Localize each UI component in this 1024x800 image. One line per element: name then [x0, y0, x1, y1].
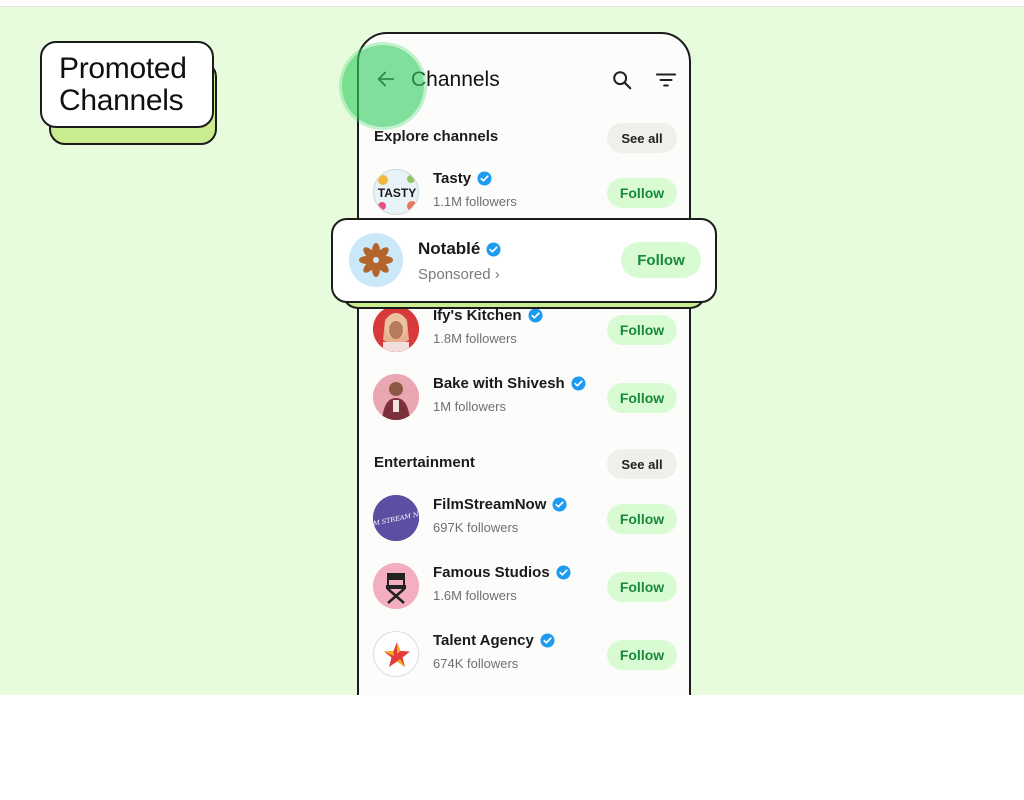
avatar-bake-with-shivesh: [373, 374, 419, 420]
filter-icon[interactable]: [655, 70, 677, 90]
channel-name: Famous Studios: [433, 564, 571, 581]
channel-row-tasty[interactable]: TASTY Tasty 1.1M followers Follow: [359, 162, 689, 222]
avatar-famous-studios: [373, 563, 419, 609]
promoted-follow-button[interactable]: Follow: [621, 242, 701, 278]
verified-badge-icon: [540, 633, 555, 648]
follow-button[interactable]: Follow: [607, 315, 677, 345]
verified-badge-icon: [477, 171, 492, 186]
avatar-ifys-kitchen: [373, 306, 419, 352]
tasty-logo-icon: TASTY: [374, 170, 418, 214]
channel-name: Tasty: [433, 170, 492, 187]
channel-row-bake-with-shivesh[interactable]: Bake with Shivesh 1M followers Follow: [359, 367, 689, 427]
channel-followers: 1M followers: [433, 399, 506, 414]
channel-row-talent-agency[interactable]: Talent Agency 674K followers Follow: [359, 624, 689, 684]
star-logo-icon: [374, 632, 418, 676]
see-all-entertainment-button[interactable]: See all: [607, 449, 677, 479]
promoted-channels-badge: Promoted Channels: [40, 41, 214, 128]
follow-button[interactable]: Follow: [607, 572, 677, 602]
promoted-channel-card[interactable]: Notablé Sponsored › Follow: [331, 218, 717, 303]
follow-button[interactable]: Follow: [607, 383, 677, 413]
section-title-explore: Explore channels: [374, 128, 499, 145]
channel-name-text: Tasty: [433, 170, 472, 187]
channel-followers: 697K followers: [433, 520, 519, 535]
channel-followers: 1.6M followers: [433, 588, 517, 603]
notable-flower-logo-icon: [349, 233, 403, 287]
channel-row-filmstreamnow[interactable]: FILM STREAM NOW FilmStreamNow 697K follo…: [359, 488, 689, 548]
channel-name: FilmStreamNow: [433, 496, 567, 513]
avatar-notable: [349, 233, 403, 287]
top-divider: [0, 0, 1024, 7]
avatar-filmstreamnow: FILM STREAM NOW: [373, 495, 419, 541]
verified-badge-icon: [528, 308, 543, 323]
see-all-explore-button[interactable]: See all: [607, 123, 677, 153]
channel-row-famous-studios[interactable]: Famous Studios 1.6M followers Follow: [359, 556, 689, 616]
filmstreamnow-logo-icon: FILM STREAM NOW: [373, 495, 419, 541]
stage-background: Promoted Channels Channels Explore chann…: [0, 7, 1024, 695]
person-photo-icon: [373, 374, 419, 420]
channel-name: Bake with Shivesh: [433, 375, 586, 392]
promoted-channel-name-text: Notablé: [418, 239, 481, 258]
channel-name-text: Talent Agency: [433, 632, 534, 649]
verified-badge-icon: [552, 497, 567, 512]
channel-name: Talent Agency: [433, 632, 555, 649]
phone-screen: Channels Explore channels See all TASTY: [357, 32, 691, 695]
verified-badge-icon: [486, 241, 501, 257]
channel-followers: 1.8M followers: [433, 331, 517, 346]
follow-button[interactable]: Follow: [607, 640, 677, 670]
follow-button[interactable]: Follow: [607, 504, 677, 534]
verified-badge-icon: [571, 376, 586, 391]
search-icon[interactable]: [611, 69, 633, 91]
channel-name-text: Famous Studios: [433, 564, 550, 581]
avatar-tasty: TASTY: [373, 169, 419, 215]
channel-followers: 674K followers: [433, 656, 519, 671]
follow-button[interactable]: Follow: [607, 178, 677, 208]
channel-name-text: Ify's Kitchen: [433, 307, 522, 324]
verified-badge-icon: [556, 565, 571, 580]
promoted-channel-name: Notablé: [418, 239, 501, 259]
channel-name-text: FilmStreamNow: [433, 496, 547, 513]
sponsored-label[interactable]: Sponsored ›: [418, 266, 500, 283]
badge-line-1: Promoted: [59, 52, 187, 85]
section-title-entertainment: Entertainment: [374, 454, 475, 471]
channel-name-text: Bake with Shivesh: [433, 375, 565, 392]
badge-line-2: Channels: [59, 84, 184, 117]
directors-chair-icon: [373, 563, 419, 609]
avatar-talent-agency: [373, 631, 419, 677]
person-photo-icon: [373, 306, 419, 352]
page-title: Channels: [411, 68, 500, 91]
channel-name: Ify's Kitchen: [433, 307, 543, 324]
tap-indicator: [342, 45, 424, 127]
tasty-logo-text: TASTY: [378, 186, 416, 200]
channel-followers: 1.1M followers: [433, 194, 517, 209]
